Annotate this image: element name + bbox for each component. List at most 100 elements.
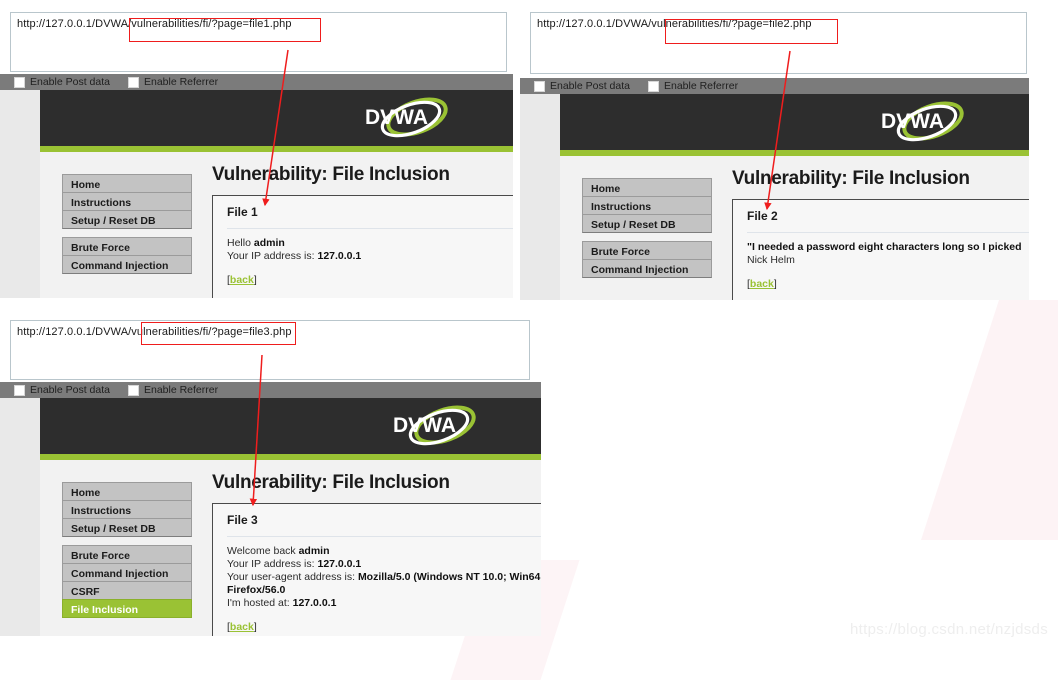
file-line-bold: 127.0.0.1 xyxy=(292,597,337,609)
sidebar-item-home[interactable]: Home xyxy=(62,482,192,501)
file-line: I'm hosted at: 127.0.0.1 xyxy=(227,597,541,610)
content-file3: Vulnerability: File Inclusion File 3 Wel… xyxy=(212,472,541,636)
file-line-plain: Your user-agent address is: xyxy=(227,571,358,583)
enable-post-data-checkbox[interactable]: Enable Post data xyxy=(14,384,110,396)
bracket-close: ] xyxy=(253,621,257,633)
enable-post-data-label: Enable Post data xyxy=(550,80,630,92)
dvwa-logo: DVWA xyxy=(359,97,469,141)
file-line: Your IP address is: 127.0.0.1 xyxy=(227,250,513,263)
back-link[interactable]: back xyxy=(230,274,254,286)
back-line: [back] xyxy=(227,621,541,633)
screenshot-panel-file3: http://127.0.0.1/DVWA/vulnerabilities/fi… xyxy=(0,308,541,636)
sidebar-item-instructions[interactable]: Instructions xyxy=(582,196,712,215)
file-line-plain: Your IP address is: xyxy=(227,250,318,262)
enable-referrer-label: Enable Referrer xyxy=(143,76,219,88)
dvwa-logo: DVWA xyxy=(875,101,985,145)
checkbox-icon[interactable] xyxy=(534,80,545,92)
file-line-bold: 127.0.0.1 xyxy=(317,558,362,570)
page-title: Vulnerability: File Inclusion xyxy=(212,472,450,493)
divider xyxy=(227,536,541,537)
screenshot-panel-file1: http://127.0.0.1/DVWA/vulnerabilities/fi… xyxy=(0,0,513,298)
enable-referrer-checkbox[interactable]: Enable Referrer xyxy=(647,80,738,92)
blog-watermark: https://blog.csdn.net/nzjdsds xyxy=(850,621,1048,638)
sidebar-item-csrf[interactable]: CSRF xyxy=(62,581,192,600)
sidebar-item-command-injection[interactable]: Command Injection xyxy=(62,563,192,582)
enable-post-data-checkbox[interactable]: Enable Post data xyxy=(534,80,630,92)
checkbox-icon[interactable] xyxy=(127,384,139,396)
options-toolbar-file3: Enable Post data Enable Referrer xyxy=(0,382,541,398)
enable-post-data-label: Enable Post data xyxy=(30,76,110,88)
back-link[interactable]: back xyxy=(230,621,254,633)
file-line-bold: admin xyxy=(253,237,285,249)
options-toolbar-file1: Enable Post data Enable Referrer xyxy=(0,74,513,90)
dvwa-content-wrapper: DVWA Home Instructions Setup / Reset DB … xyxy=(40,90,513,298)
options-toolbar-file2: Enable Post data Enable Referrer xyxy=(520,78,1029,94)
enable-referrer-checkbox[interactable]: Enable Referrer xyxy=(127,384,219,396)
page-gutter xyxy=(520,94,560,300)
file-heading: File 1 xyxy=(227,205,258,219)
dvwa-main: Home Instructions Setup / Reset DB Brute… xyxy=(40,152,513,298)
enable-post-data-checkbox[interactable]: Enable Post data xyxy=(14,76,110,88)
bracket-close: ] xyxy=(773,278,777,290)
sidebar-item-instructions[interactable]: Instructions xyxy=(62,192,192,211)
file-line-bold: Firefox/56.0 xyxy=(227,584,286,596)
divider xyxy=(747,232,1029,233)
file-line: Nick Helm xyxy=(747,254,1029,267)
dvwa-content-wrapper: DVWA Home Instructions Setup / Reset DB … xyxy=(560,94,1029,300)
sidebar-item-brute-force[interactable]: Brute Force xyxy=(62,545,192,564)
file-heading: File 3 xyxy=(227,513,258,527)
sidebar-item-home[interactable]: Home xyxy=(62,174,192,193)
dvwa-content-wrapper: DVWA Home Instructions Setup / Reset DB … xyxy=(40,398,541,636)
file-line: Hello admin xyxy=(227,237,513,250)
sidebar-item-instructions[interactable]: Instructions xyxy=(62,500,192,519)
page-gutter xyxy=(0,398,40,636)
back-link[interactable]: back xyxy=(750,278,774,290)
sidebar-item-brute-force[interactable]: Brute Force xyxy=(582,241,712,260)
address-bar-file1[interactable]: http://127.0.0.1/DVWA/vulnerabilities/fi… xyxy=(10,12,507,72)
sidebar-file2: Home Instructions Setup / Reset DB Brute… xyxy=(582,178,712,278)
enable-referrer-label: Enable Referrer xyxy=(143,384,219,396)
svg-text:DVWA: DVWA xyxy=(393,414,456,437)
sidebar-item-command-injection[interactable]: Command Injection xyxy=(62,255,192,274)
file-line-bold: admin xyxy=(298,545,330,557)
checkbox-icon[interactable] xyxy=(14,384,25,396)
svg-text:DVWA: DVWA xyxy=(881,110,944,133)
dvwa-header: DVWA xyxy=(40,398,541,454)
file-line-plain: Welcome back xyxy=(227,545,299,557)
sidebar-item-setup-reset-db[interactable]: Setup / Reset DB xyxy=(62,518,192,537)
dvwa-page-file1: DVWA Home Instructions Setup / Reset DB … xyxy=(0,90,513,298)
dvwa-main: Home Instructions Setup / Reset DB Brute… xyxy=(40,460,541,636)
url-text: http://127.0.0.1/DVWA/vulnerabilities/fi… xyxy=(17,326,292,338)
checkbox-icon[interactable] xyxy=(647,80,659,92)
file-line: Your user-agent address is: Mozilla/5.0 … xyxy=(227,571,541,584)
sidebar-file1: Home Instructions Setup / Reset DB Brute… xyxy=(62,174,192,274)
sidebar-divider xyxy=(582,232,712,241)
screenshot-panel-file2: http://127.0.0.1/DVWA/vulnerabilities/fi… xyxy=(520,0,1029,300)
file-line-plain: I'm hosted at: xyxy=(227,597,293,609)
dvwa-page-file3: DVWA Home Instructions Setup / Reset DB … xyxy=(0,398,541,636)
content-file2: Vulnerability: File Inclusion File 2 "I … xyxy=(732,168,1029,300)
sidebar-divider xyxy=(62,228,192,237)
sidebar-item-brute-force[interactable]: Brute Force xyxy=(62,237,192,256)
enable-referrer-checkbox[interactable]: Enable Referrer xyxy=(127,76,219,88)
checkbox-icon[interactable] xyxy=(127,76,139,88)
sidebar-item-command-injection[interactable]: Command Injection xyxy=(582,259,712,278)
file-line-bold: "I needed a password eight characters lo… xyxy=(747,241,1022,253)
sidebar-item-setup-reset-db[interactable]: Setup / Reset DB xyxy=(62,210,192,229)
file-line: Welcome back admin xyxy=(227,545,541,558)
address-bar-file3[interactable]: http://127.0.0.1/DVWA/vulnerabilities/fi… xyxy=(10,320,530,380)
file-line: "I needed a password eight characters lo… xyxy=(747,241,1029,254)
back-line: [back] xyxy=(227,274,513,286)
sidebar-item-home[interactable]: Home xyxy=(582,178,712,197)
enable-post-data-label: Enable Post data xyxy=(30,384,110,396)
content-file1: Vulnerability: File Inclusion File 1 Hel… xyxy=(212,164,513,298)
background-decoration xyxy=(921,300,1058,540)
dvwa-header: DVWA xyxy=(40,90,513,146)
checkbox-icon[interactable] xyxy=(14,76,25,88)
sidebar-item-file-inclusion[interactable]: File Inclusion xyxy=(62,599,192,618)
address-bar-file2[interactable]: http://127.0.0.1/DVWA/vulnerabilities/fi… xyxy=(530,12,1027,74)
url-text: http://127.0.0.1/DVWA/vulnerabilities/fi… xyxy=(17,18,292,30)
svg-text:DVWA: DVWA xyxy=(365,106,428,129)
sidebar-item-setup-reset-db[interactable]: Setup / Reset DB xyxy=(582,214,712,233)
file-line-plain: Nick Helm xyxy=(747,254,795,266)
